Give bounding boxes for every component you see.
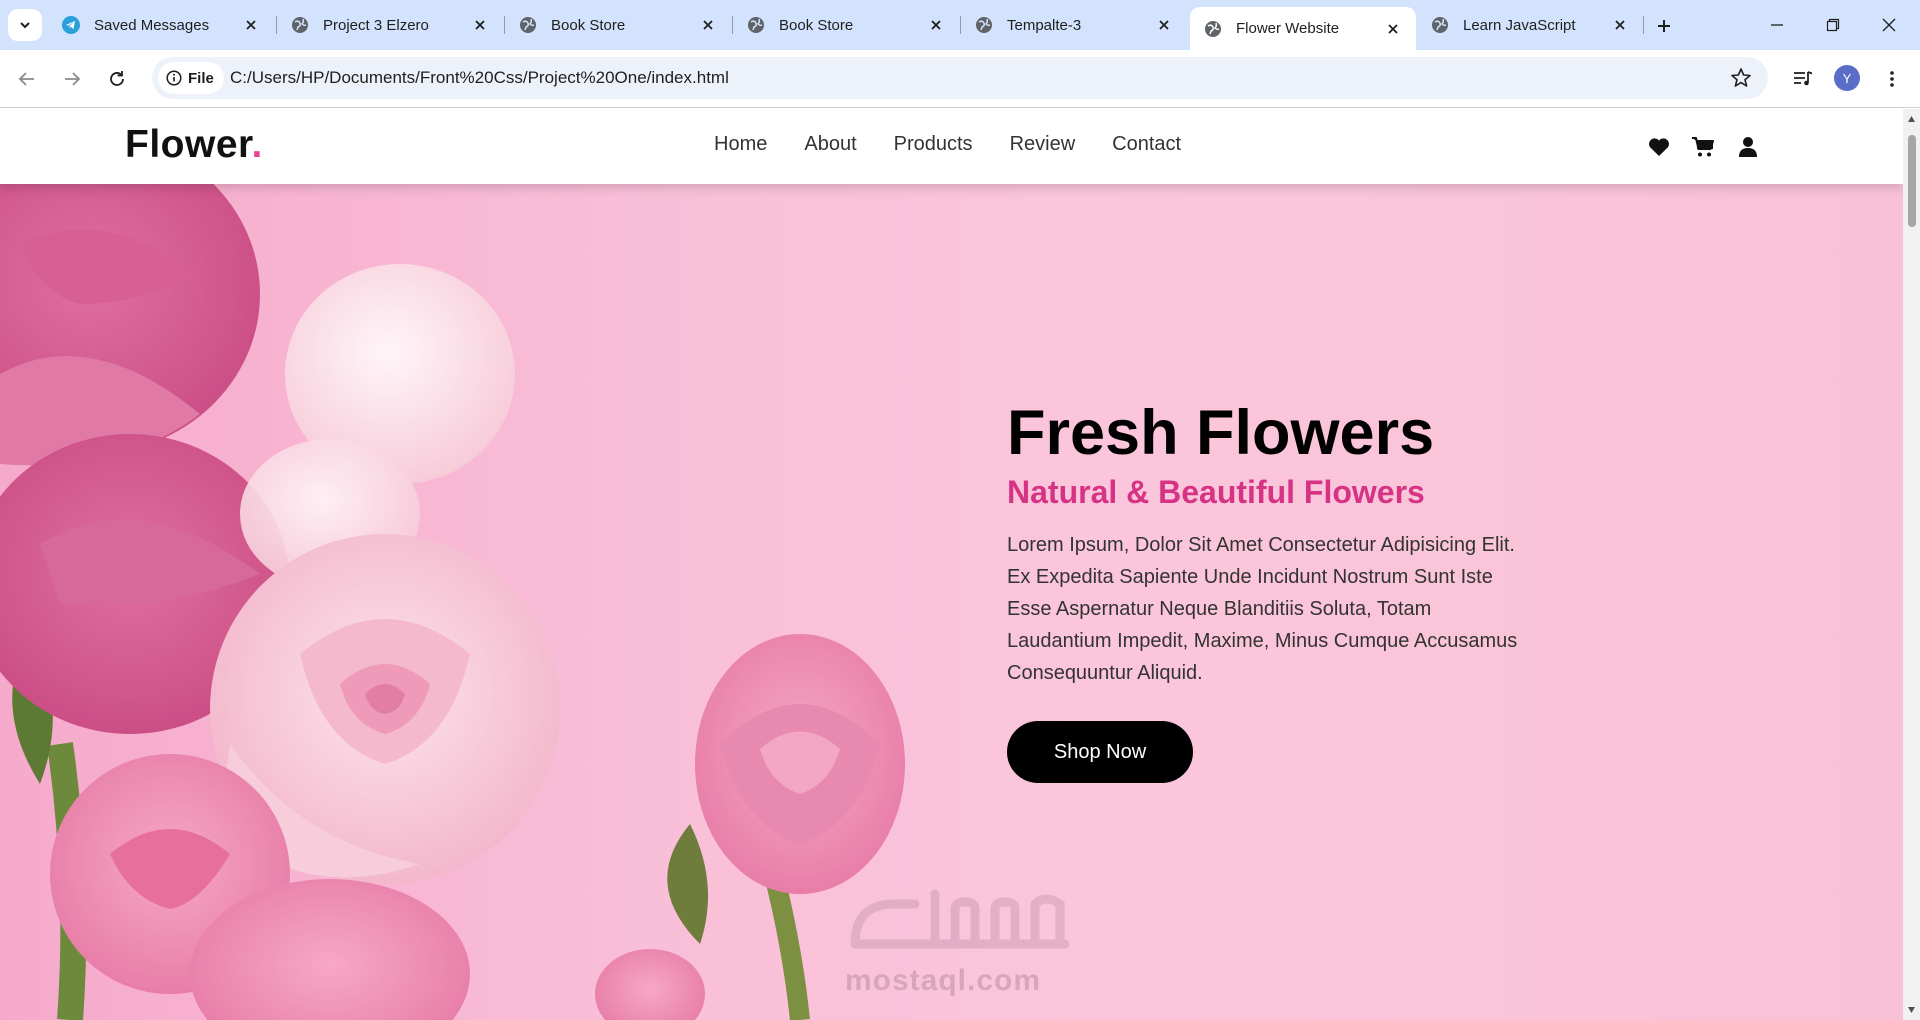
close-window-button[interactable] — [1876, 12, 1902, 38]
globe-icon — [975, 16, 993, 34]
browser-menu-button[interactable] — [1878, 65, 1906, 93]
tab-title: Flower Website — [1236, 20, 1384, 37]
telegram-icon — [62, 16, 80, 34]
minimize-button[interactable] — [1764, 12, 1790, 38]
heart-icon[interactable] — [1647, 136, 1671, 158]
browser-tabstrip: Saved Messages Project 3 Elzero Book Sto… — [0, 0, 1920, 50]
user-icon[interactable] — [1736, 136, 1760, 158]
reload-icon — [108, 70, 126, 88]
more-vertical-icon — [1889, 70, 1895, 88]
page-scrollbar[interactable] — [1903, 109, 1920, 1020]
site-chip-label: File — [188, 70, 214, 87]
browser-toolbar: File C:/Users/HP/Documents/Front%20Css/P… — [0, 50, 1920, 108]
nav-link-products[interactable]: Products — [894, 133, 973, 156]
address-bar[interactable]: File C:/Users/HP/Documents/Front%20Css/P… — [152, 57, 1768, 99]
cart-icon[interactable] — [1691, 136, 1715, 158]
nav-link-contact[interactable]: Contact — [1112, 133, 1181, 156]
tab-title: Learn JavaScript — [1463, 17, 1611, 34]
hero-subtitle: Natural & Beautiful Flowers — [1007, 474, 1527, 511]
page-viewport: Flower. Home About Products Review Conta… — [0, 109, 1903, 1020]
site-header: Flower. Home About Products Review Conta… — [0, 109, 1903, 184]
arrow-right-icon — [63, 70, 81, 88]
globe-icon — [1431, 16, 1449, 34]
shop-now-button[interactable]: Shop Now — [1007, 721, 1193, 783]
close-icon[interactable] — [1155, 16, 1173, 34]
logo-text: Flower — [125, 123, 252, 166]
reading-list-button[interactable] — [1789, 65, 1817, 93]
globe-icon — [747, 16, 765, 34]
browser-tab-active[interactable]: Flower Website — [1190, 7, 1416, 50]
browser-tab[interactable]: Tempalte-3 — [961, 7, 1187, 43]
browser-tab[interactable]: Saved Messages — [48, 7, 274, 43]
nav-link-about[interactable]: About — [804, 133, 856, 156]
nav-link-home[interactable]: Home — [714, 133, 767, 156]
close-icon[interactable] — [927, 16, 945, 34]
tab-separator — [1643, 16, 1644, 34]
close-icon[interactable] — [1384, 20, 1402, 38]
tab-title: Project 3 Elzero — [323, 17, 471, 34]
new-tab-button[interactable] — [1651, 13, 1677, 39]
browser-tab[interactable]: Book Store — [733, 7, 959, 43]
browser-tab[interactable]: Book Store — [505, 7, 731, 43]
hero-description: Lorem Ipsum, Dolor Sit Amet Consectetur … — [1007, 529, 1527, 689]
close-icon[interactable] — [1611, 16, 1629, 34]
tab-title: Book Store — [551, 17, 699, 34]
main-nav: Home About Products Review Contact — [714, 133, 1218, 156]
globe-icon — [291, 16, 309, 34]
plus-icon — [1656, 18, 1672, 34]
globe-icon — [519, 16, 537, 34]
profile-avatar[interactable]: Y — [1834, 65, 1860, 91]
star-icon[interactable] — [1730, 67, 1752, 89]
mostaql-logo — [845, 874, 1075, 964]
restore-icon — [1826, 18, 1840, 32]
globe-icon — [1204, 20, 1222, 38]
chevron-down-icon — [18, 18, 32, 32]
close-icon[interactable] — [471, 16, 489, 34]
scroll-up-arrow-icon[interactable] — [1907, 115, 1916, 123]
restore-button[interactable] — [1820, 12, 1846, 38]
tab-search-button[interactable] — [8, 9, 42, 41]
browser-tab[interactable]: Learn JavaScript — [1417, 7, 1643, 43]
hero-content: Fresh Flowers Natural & Beautiful Flower… — [1007, 399, 1527, 783]
back-button[interactable] — [14, 66, 40, 92]
tab-title: Saved Messages — [94, 17, 242, 34]
browser-tab[interactable]: Project 3 Elzero — [277, 7, 503, 43]
site-info-chip[interactable]: File — [158, 62, 224, 94]
close-icon — [1882, 18, 1896, 32]
tab-title: Tempalte-3 — [1007, 17, 1155, 34]
nav-link-review[interactable]: Review — [1010, 133, 1076, 156]
site-logo[interactable]: Flower. — [125, 123, 263, 167]
info-icon — [166, 70, 182, 86]
hero-title: Fresh Flowers — [1007, 399, 1527, 468]
tab-title: Book Store — [779, 17, 927, 34]
media-list-icon — [1793, 70, 1813, 88]
scroll-thumb[interactable] — [1908, 135, 1916, 227]
minimize-icon — [1770, 18, 1784, 32]
watermark-text: mostaql.com — [845, 964, 1041, 998]
arrow-left-icon — [18, 70, 36, 88]
forward-button[interactable] — [59, 66, 85, 92]
close-icon[interactable] — [699, 16, 717, 34]
hero-section: Fresh Flowers Natural & Beautiful Flower… — [0, 184, 1903, 1020]
close-icon[interactable] — [242, 16, 260, 34]
reload-button[interactable] — [104, 66, 130, 92]
url-text[interactable]: C:/Users/HP/Documents/Front%20Css/Projec… — [230, 68, 729, 88]
logo-dot: . — [252, 123, 263, 166]
scroll-down-arrow-icon[interactable] — [1907, 1006, 1916, 1014]
